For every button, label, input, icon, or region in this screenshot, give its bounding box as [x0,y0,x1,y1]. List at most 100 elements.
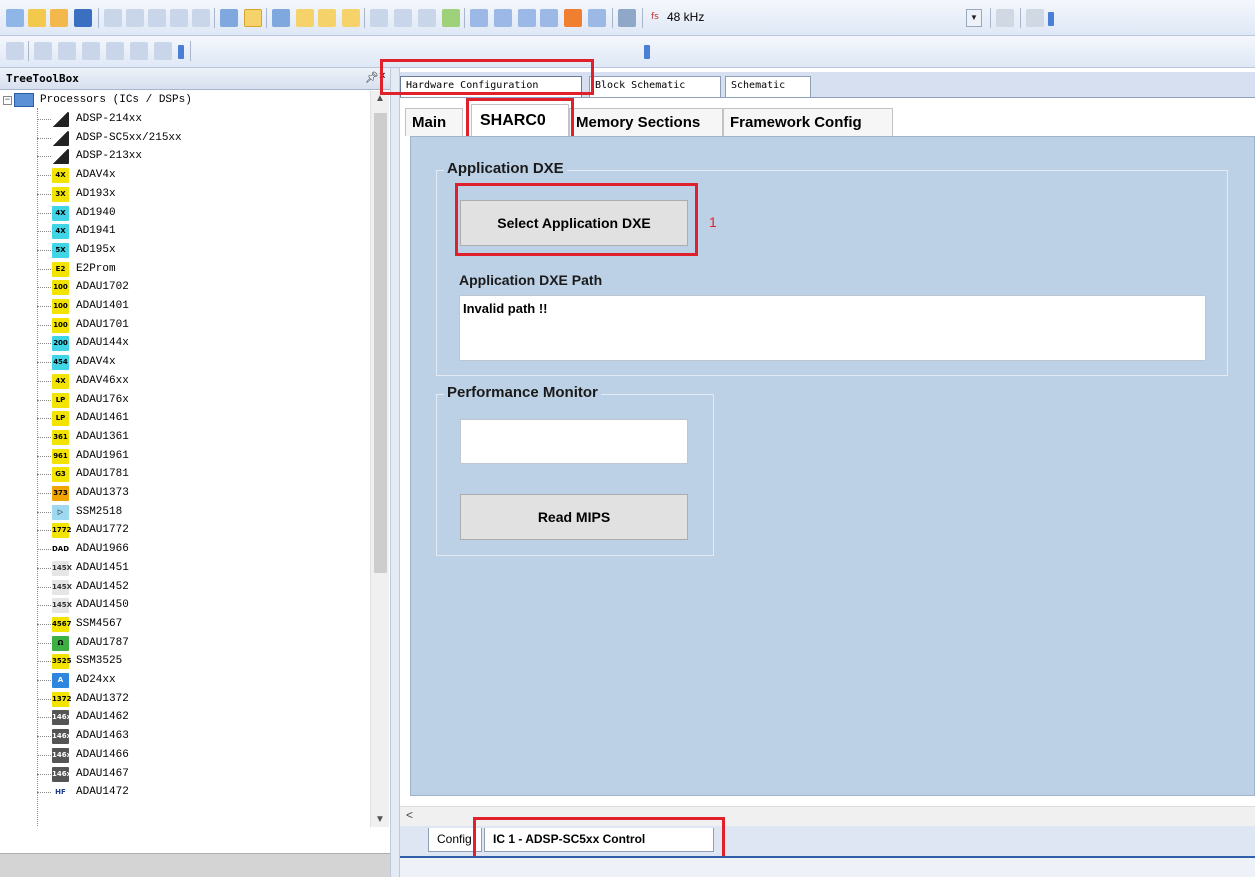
tree-scrollbar[interactable]: ▲ ▼ [370,91,389,827]
tab-schematic[interactable]: Schematic [725,76,811,97]
export-icon[interactable] [588,9,606,27]
highlight-icon[interactable] [244,9,262,27]
tree-connector [37,119,51,120]
tree-item[interactable]: 145X ADAU1450 [52,596,362,615]
align-center-icon[interactable] [58,42,76,60]
open-folder-icon[interactable] [50,9,68,27]
tree-item[interactable]: 100 ADAU1702 [52,278,362,297]
tree-item[interactable]: 1772 ADAU1772 [52,521,362,540]
tree-item[interactable]: ADSP-SC5xx/215xx [52,129,362,148]
tree-item[interactable]: ▷ SSM2518 [52,503,362,522]
toolbar-grip[interactable] [178,45,184,59]
rows-icon[interactable] [418,9,436,27]
stop-icon[interactable] [540,9,558,27]
layout-icon[interactable] [220,9,238,27]
copy-icon[interactable] [126,9,144,27]
new-project-icon[interactable] [6,9,24,27]
tree-item[interactable]: Ω ADAU1787 [52,634,362,653]
tree-item[interactable]: 145X ADAU1452 [52,578,362,597]
tree-item[interactable]: 4X AD1941 [52,222,362,241]
toolbar-grip[interactable] [644,45,650,59]
tree-item[interactable]: 200 ADAU144x [52,334,362,353]
compile-icon[interactable] [470,9,488,27]
tree-connector [37,399,51,401]
application-dxe-path-field[interactable]: Invalid path !! [459,295,1206,361]
tree-item[interactable]: 5X AD195x [52,241,362,260]
pin-icon[interactable]: 📌︎ [365,71,379,84]
arrow-down-icon[interactable] [564,9,582,27]
tree-item[interactable]: 4X ADAV4x [52,166,362,185]
scroll-thumb[interactable] [374,113,387,573]
distribute-icon[interactable] [130,42,148,60]
network-icon[interactable] [618,9,636,27]
scroll-down-icon[interactable]: ▼ [375,814,385,825]
align-left-icon[interactable] [34,42,52,60]
align-icon[interactable] [6,42,24,60]
chip-icon: 1772 [52,523,71,539]
columns-icon[interactable] [394,9,412,27]
tree-item-label: SSM3525 [76,655,123,668]
save-icon[interactable] [74,9,92,27]
toolbar-grip[interactable] [1048,12,1054,26]
tree-item[interactable]: 1372 ADAU1372 [52,690,362,709]
view-icon[interactable] [342,9,360,27]
tree-item[interactable]: 146x ADAU1467 [52,765,362,784]
tree-item[interactable]: LP ADAU176x [52,391,362,410]
tab-framework-config[interactable]: Framework Config [723,108,893,136]
tree-item[interactable]: ADSP-214xx [52,110,362,129]
tree-item[interactable]: A AD24xx [52,671,362,690]
collapse-icon[interactable]: − [3,96,12,105]
tree-item[interactable]: HF ADAU1472 [52,783,362,802]
distribute-vertical-icon[interactable] [154,42,172,60]
tree-root[interactable]: − Processors (ICs / DSPs) [0,91,370,110]
tree-item[interactable]: LP ADAU1461 [52,409,362,428]
link-icon[interactable] [442,9,460,27]
tree-item[interactable]: 145X ADAU1451 [52,559,362,578]
view-icon[interactable] [296,9,314,27]
tree-item[interactable]: G3 ADAU1781 [52,465,362,484]
download-icon[interactable] [494,9,512,27]
link-compile-icon[interactable] [518,9,536,27]
scroll-left-icon[interactable]: < [406,808,413,822]
mips-value-field[interactable] [460,419,688,464]
tree-item[interactable]: 146x ADAU1466 [52,746,362,765]
tree-item[interactable]: 961 ADAU1961 [52,447,362,466]
tree-item[interactable]: DAD ADAU1966 [52,540,362,559]
tree-item[interactable]: 3525 SSM3525 [52,652,362,671]
read-mips-button[interactable]: Read MIPS [460,494,688,540]
tree-item[interactable]: E2 E2Prom [52,260,362,279]
tree-item[interactable]: 146x ADAU1463 [52,727,362,746]
panel-splitter[interactable] [390,68,400,877]
performance-monitor-title: Performance Monitor [444,384,601,401]
undo-icon[interactable] [170,9,188,27]
tree-item-label: ADAU1466 [76,748,129,761]
tab-block-schematic[interactable]: Block Schematic [589,76,721,97]
tree-item[interactable]: 361 ADAU1361 [52,428,362,447]
tree-item[interactable]: 4X AD1940 [52,204,362,223]
redo-icon[interactable] [192,9,210,27]
chip-icon: DAD [52,542,69,558]
cut-icon[interactable] [104,9,122,27]
sample-rate-select[interactable]: 48 kHz [665,9,965,27]
tree-item[interactable]: 373 ADAU1373 [52,484,362,503]
tree-item[interactable]: 4X ADAV46xx [52,372,362,391]
tab-main[interactable]: Main [405,108,463,136]
tree-item[interactable]: 100 ADAU1401 [52,297,362,316]
tools-icon[interactable] [1026,9,1044,27]
tree-item[interactable]: 4567 SSM4567 [52,615,362,634]
view-icon[interactable] [272,9,290,27]
tree-item[interactable]: 3X AD193x [52,185,362,204]
align-top-icon[interactable] [106,42,124,60]
tree-item[interactable]: 146x ADAU1462 [52,708,362,727]
open-project-icon[interactable] [28,9,46,27]
tree-item[interactable]: ADSP-213xx [52,147,362,166]
settings-icon[interactable] [996,9,1014,27]
tree-item[interactable]: 454 ADAV4x [52,353,362,372]
tree-item[interactable]: 100 ADAU1701 [52,316,362,335]
align-right-icon[interactable] [82,42,100,60]
paste-icon[interactable] [148,9,166,27]
view-icon[interactable] [318,9,336,27]
sample-rate-dropdown-icon[interactable]: ▼ [966,9,982,27]
tab-memory-sections[interactable]: Memory Sections [569,108,723,136]
grid-icon[interactable] [370,9,388,27]
